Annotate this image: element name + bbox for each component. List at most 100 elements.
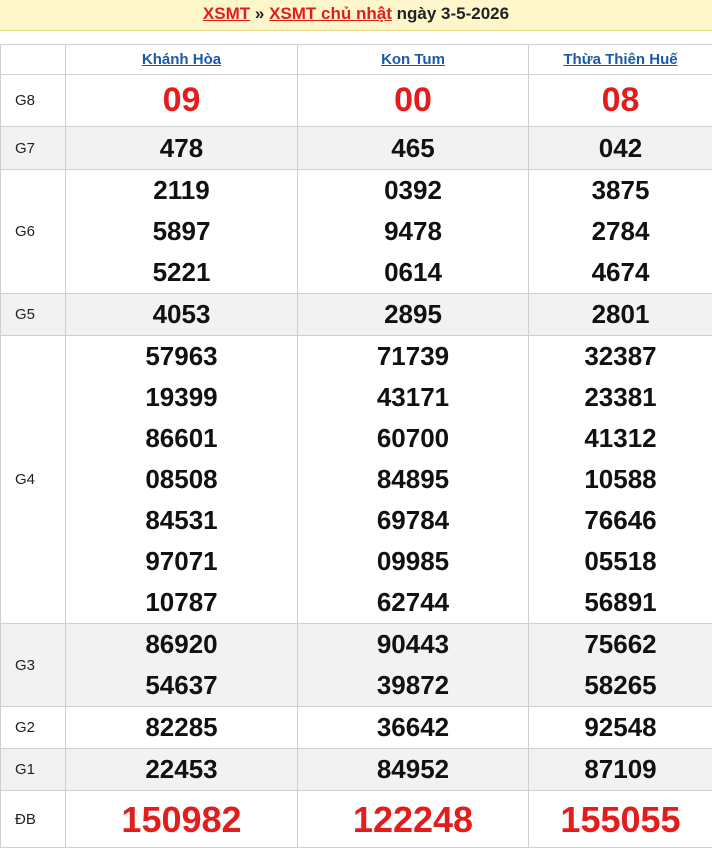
results-title-bar: XSMT » XSMT chủ nhật ngày 3-5-2026	[0, 0, 712, 31]
prize-row: G2822853664292548	[1, 707, 712, 749]
result-number: 478	[66, 128, 297, 169]
result-number: 62744	[298, 582, 528, 623]
prize-row: G1224538495287109	[1, 749, 712, 791]
result-number: 39872	[298, 665, 528, 706]
result-number: 09	[66, 80, 297, 121]
result-number: 23381	[529, 377, 712, 418]
result-cell: 84952	[298, 749, 529, 791]
prize-row: G5405328952801	[1, 294, 712, 336]
result-number: 82285	[66, 707, 297, 748]
result-number: 92548	[529, 707, 712, 748]
province-link-kon-tum[interactable]: Kon Tum	[381, 51, 445, 68]
result-number: 97071	[66, 541, 297, 582]
result-number: 57963	[66, 336, 297, 377]
province-link-khanh-hoa[interactable]: Khánh Hòa	[142, 51, 221, 68]
result-cell: 387527844674	[529, 170, 712, 294]
result-cell: 155055	[529, 791, 712, 848]
result-number: 05518	[529, 541, 712, 582]
result-number: 90443	[298, 624, 528, 665]
result-number: 4053	[66, 294, 297, 335]
result-number: 155055	[529, 799, 712, 840]
prize-label: G1	[1, 749, 66, 791]
result-number: 69784	[298, 500, 528, 541]
result-number: 87109	[529, 749, 712, 790]
result-cell: 82285	[66, 707, 298, 749]
result-number: 9478	[298, 211, 528, 252]
result-number: 58265	[529, 665, 712, 706]
result-number: 5221	[66, 252, 297, 293]
result-number: 43171	[298, 377, 528, 418]
result-number: 122248	[298, 799, 528, 840]
result-number: 71739	[298, 336, 528, 377]
result-cell: 465	[298, 127, 529, 170]
result-cell: 478	[66, 127, 298, 170]
result-cell: 22453	[66, 749, 298, 791]
province-header-row: Khánh Hòa Kon Tum Thừa Thiên Huế	[1, 45, 712, 75]
result-cell: 7566258265	[529, 624, 712, 707]
result-cell: 2895	[298, 294, 529, 336]
result-number: 84531	[66, 500, 297, 541]
prize-column-header	[1, 45, 66, 75]
result-number: 2801	[529, 294, 712, 335]
prize-row: G7478465042	[1, 127, 712, 170]
result-number: 2784	[529, 211, 712, 252]
result-cell: 92548	[529, 707, 712, 749]
result-number: 76646	[529, 500, 712, 541]
result-number: 86601	[66, 418, 297, 459]
prize-label: G7	[1, 127, 66, 170]
result-number: 465	[298, 128, 528, 169]
result-cell: 08	[529, 75, 712, 127]
result-number: 60700	[298, 418, 528, 459]
prize-label: ĐB	[1, 791, 66, 848]
prize-label: G4	[1, 336, 66, 624]
prize-label: G6	[1, 170, 66, 294]
prize-label: G8	[1, 75, 66, 127]
xsmt-link[interactable]: XSMT	[203, 4, 250, 23]
prize-row: G457963193998660108508845319707110787717…	[1, 336, 712, 624]
result-cell: 00	[298, 75, 529, 127]
result-cell: 09	[66, 75, 298, 127]
breadcrumb-separator: »	[255, 4, 264, 23]
result-cell: 150982	[66, 791, 298, 848]
result-number: 19399	[66, 377, 297, 418]
result-number: 0614	[298, 252, 528, 293]
xsmt-sunday-link[interactable]: XSMT chủ nhật	[269, 4, 392, 23]
result-cell: 211958975221	[66, 170, 298, 294]
result-cell: 32387233814131210588766460551856891	[529, 336, 712, 624]
prize-label: G2	[1, 707, 66, 749]
prize-row: G3869205463790443398727566258265	[1, 624, 712, 707]
result-number: 150982	[66, 799, 297, 840]
result-number: 2119	[66, 170, 297, 211]
result-number: 41312	[529, 418, 712, 459]
result-cell: 4053	[66, 294, 298, 336]
result-cell: 122248	[298, 791, 529, 848]
result-cell: 9044339872	[298, 624, 529, 707]
result-number: 32387	[529, 336, 712, 377]
result-number: 84952	[298, 749, 528, 790]
result-number: 3875	[529, 170, 712, 211]
draw-date: ngày 3-5-2026	[397, 4, 509, 23]
result-cell: 57963193998660108508845319707110787	[66, 336, 298, 624]
result-cell: 87109	[529, 749, 712, 791]
result-number: 08	[529, 80, 712, 121]
result-number: 56891	[529, 582, 712, 623]
result-cell: 039294780614	[298, 170, 529, 294]
result-number: 75662	[529, 624, 712, 665]
result-number: 86920	[66, 624, 297, 665]
result-cell: 042	[529, 127, 712, 170]
result-number: 22453	[66, 749, 297, 790]
prize-label: G3	[1, 624, 66, 707]
prize-row: G6211958975221039294780614387527844674	[1, 170, 712, 294]
result-number: 4674	[529, 252, 712, 293]
province-link-thua-thien-hue[interactable]: Thừa Thiên Huế	[563, 51, 677, 68]
result-number: 5897	[66, 211, 297, 252]
result-number: 09985	[298, 541, 528, 582]
results-table: Khánh Hòa Kon Tum Thừa Thiên Huế G809000…	[0, 44, 712, 848]
prize-row: ĐB150982122248155055	[1, 791, 712, 848]
result-number: 0392	[298, 170, 528, 211]
result-number: 00	[298, 80, 528, 121]
result-number: 36642	[298, 707, 528, 748]
result-number: 84895	[298, 459, 528, 500]
result-number: 2895	[298, 294, 528, 335]
prize-row: G8090008	[1, 75, 712, 127]
